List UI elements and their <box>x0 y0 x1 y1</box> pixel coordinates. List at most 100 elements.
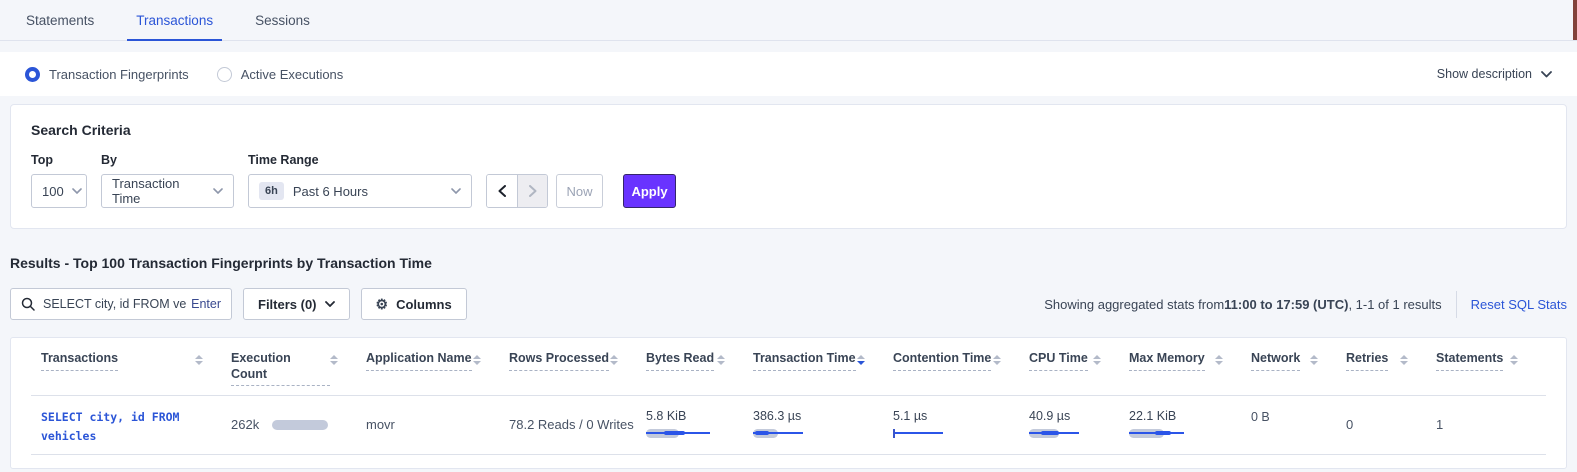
cpu-time-value: 40.9 µs <box>1029 409 1129 423</box>
stats-prefix: Showing aggregated stats from <box>1044 297 1224 312</box>
columns-button-label: Columns <box>396 297 452 312</box>
header-cell-network: Network <box>1251 351 1346 380</box>
sort-arrows-icon[interactable] <box>610 355 618 365</box>
sort-arrows-icon[interactable] <box>473 355 481 365</box>
radio-option-active-executions[interactable]: Active Executions <box>217 67 344 82</box>
cell-bytes-read: 5.8 KiB <box>646 409 753 438</box>
bytes-read-bar <box>646 429 753 438</box>
bytes-read-value: 5.8 KiB <box>646 409 753 423</box>
sort-arrows-icon[interactable] <box>993 355 1001 365</box>
time-window-pager <box>486 174 548 208</box>
column-header-label[interactable]: Application Name <box>366 351 472 371</box>
column-header-label[interactable]: Contention Time <box>893 351 991 371</box>
gear-icon: ⚙ <box>376 297 389 311</box>
header-cell-max-memory: Max Memory <box>1129 351 1251 380</box>
header-cell-retries: Retries <box>1346 351 1436 380</box>
top-field: Top 100 <box>31 153 87 208</box>
execution-count-bar <box>272 420 328 430</box>
chevron-down-icon <box>325 301 335 307</box>
radio-option-transaction-fingerprints[interactable]: Transaction Fingerprints <box>25 67 189 82</box>
header-cell-bytes-read: Bytes Read <box>646 351 753 380</box>
next-time-window-button[interactable] <box>517 175 547 207</box>
time-range-value: Past 6 Hours <box>293 184 368 199</box>
column-header-label[interactable]: Retries <box>1346 351 1388 371</box>
search-box[interactable]: Enter <box>10 288 232 320</box>
table-header-row: Transactions Execution Count Application N… <box>11 351 1566 395</box>
tab-transactions[interactable]: Transactions <box>127 0 222 40</box>
previous-time-window-button[interactable] <box>487 175 517 207</box>
sort-arrows-icon[interactable] <box>1310 355 1318 365</box>
sort-arrows-icon[interactable] <box>857 355 865 365</box>
column-header-label[interactable]: Transactions <box>41 351 118 371</box>
contention-time-bar <box>893 429 1029 438</box>
header-cell-rows-processed: Rows Processed <box>509 351 646 380</box>
header-cell-transaction-time: Transaction Time <box>753 351 893 380</box>
query-line-1: SELECT city, id FROM <box>41 408 231 427</box>
chevron-right-icon <box>529 185 537 197</box>
column-header-label[interactable]: Max Memory <box>1129 351 1205 371</box>
cell-network: 0 B <box>1251 410 1346 424</box>
columns-button[interactable]: ⚙ Columns <box>361 288 467 320</box>
transaction-time-bar <box>753 429 893 438</box>
column-header-label[interactable]: Transaction Time <box>753 351 856 371</box>
results-heading: Results - Top 100 Transaction Fingerprin… <box>10 255 1567 271</box>
show-description-toggle[interactable]: Show description <box>1437 67 1552 81</box>
by-select[interactable]: Transaction Time <box>101 174 234 208</box>
sort-arrows-icon[interactable] <box>1400 355 1408 365</box>
by-label: By <box>101 153 234 167</box>
chevron-left-icon <box>498 185 506 197</box>
radio-option-label: Active Executions <box>241 67 344 82</box>
header-cell-execution-count: Execution Count <box>231 351 366 395</box>
row-divider <box>31 454 1546 455</box>
column-header-label[interactable]: Bytes Read <box>646 351 714 371</box>
by-select-value: Transaction Time <box>112 176 205 206</box>
column-header-label[interactable]: Network <box>1251 351 1300 371</box>
column-header-label[interactable]: Rows Processed <box>509 351 609 371</box>
filters-button[interactable]: Filters (0) <box>243 288 350 320</box>
cell-transaction-time: 386.3 µs <box>753 409 893 438</box>
sort-arrows-icon[interactable] <box>717 355 725 365</box>
view-toggle-band: Transaction Fingerprints Active Execution… <box>0 52 1577 96</box>
cell-application-name: movr <box>366 417 509 432</box>
time-range-label: Time Range <box>248 153 472 167</box>
sort-arrows-icon[interactable] <box>1093 355 1101 365</box>
reset-sql-stats-link[interactable]: Reset SQL Stats <box>1471 297 1567 312</box>
contention-time-value: 5.1 µs <box>893 409 1029 423</box>
sort-arrows-icon[interactable] <box>195 355 203 365</box>
header-cell-contention-time: Contention Time <box>893 351 1029 380</box>
chevron-down-icon <box>205 188 223 194</box>
sort-arrows-icon[interactable] <box>330 355 338 365</box>
search-icon <box>21 297 35 311</box>
table-row: SELECT city, id FROM vehicles 262k movr … <box>11 396 1566 454</box>
now-button[interactable]: Now <box>556 174 603 208</box>
cell-transactions: SELECT city, id FROM vehicles <box>41 408 231 446</box>
time-range-select[interactable]: 6h Past 6 Hours <box>248 174 472 208</box>
top-tab-bar: Statements Transactions Sessions <box>0 0 1577 41</box>
search-input[interactable] <box>43 297 187 311</box>
sort-arrows-icon[interactable] <box>1215 355 1223 365</box>
chevron-down-icon <box>443 188 461 194</box>
header-cell-transactions: Transactions <box>41 351 231 380</box>
results-controls-row: Enter Filters (0) ⚙ Columns Showing aggr… <box>10 288 1567 320</box>
column-header-label[interactable]: CPU Time <box>1029 351 1088 371</box>
radio-option-label: Transaction Fingerprints <box>49 67 189 82</box>
header-cell-cpu-time: CPU Time <box>1029 351 1129 380</box>
tab-sessions[interactable]: Sessions <box>246 0 319 40</box>
column-header-label[interactable]: Execution Count <box>231 351 330 386</box>
radio-unselected-icon[interactable] <box>217 67 232 82</box>
sort-arrows-icon[interactable] <box>1510 355 1518 365</box>
stats-time-range: 11:00 to 17:59 (UTC) <box>1224 297 1348 312</box>
search-criteria-card: Search Criteria Top 100 By Transaction T… <box>10 104 1567 229</box>
time-range-field: Time Range 6h Past 6 Hours <box>248 153 472 208</box>
top-label: Top <box>31 153 87 167</box>
cpu-time-bar <box>1029 429 1129 438</box>
tab-statements[interactable]: Statements <box>17 0 103 40</box>
aggregated-stats-summary: Showing aggregated stats from 11:00 to 1… <box>1044 291 1567 318</box>
cell-max-memory: 22.1 KiB <box>1129 409 1251 438</box>
filters-button-label: Filters (0) <box>258 297 317 312</box>
apply-button[interactable]: Apply <box>623 174 676 208</box>
radio-selected-icon[interactable] <box>25 67 40 82</box>
top-select[interactable]: 100 <box>31 174 87 208</box>
column-header-label[interactable]: Statements <box>1436 351 1503 371</box>
transaction-fingerprint-link[interactable]: SELECT city, id FROM vehicles <box>41 408 231 446</box>
